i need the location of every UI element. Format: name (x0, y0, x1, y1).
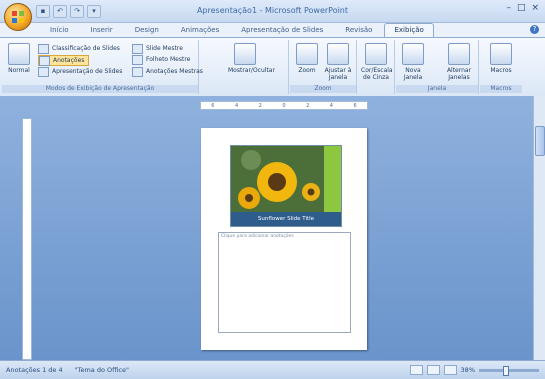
magnifier-icon (296, 43, 318, 65)
ribbon-tabs: Início Inserir Design Animações Apresent… (40, 23, 434, 37)
slide-sorter-icon (38, 43, 49, 54)
switch-windows-label: Alternar Janelas (446, 67, 472, 81)
notes-master-label: Anotações Mestras (146, 68, 203, 75)
ruler-mark: 0 (282, 102, 286, 109)
vertical-scrollbar[interactable] (533, 96, 545, 360)
group-show-hide: Mostrar/Ocultar (200, 40, 289, 94)
slideshow-button[interactable]: Apresentação de Slides (38, 66, 123, 77)
ruler-mark: 2 (258, 102, 262, 109)
maximize-button[interactable]: □ (517, 3, 526, 13)
show-hide-icon (234, 43, 256, 65)
group-presentation-views: Normal Classificação de Slides Anotações… (2, 40, 203, 94)
group-zoom: Zoom Ajustar à Janela Zoom (290, 40, 357, 94)
zoom-slider-knob[interactable] (503, 365, 509, 376)
ruler-mark: 6 (353, 102, 357, 109)
minimize-button[interactable]: – (506, 3, 511, 13)
slide-master-icon (132, 43, 143, 54)
slide-master-button[interactable]: Slide Mestre (132, 43, 183, 54)
title-bar: ▪ ↶ ↷ ▾ Apresentação1 - Microsoft PowerP… (0, 0, 545, 23)
slide-thumbnail[interactable]: Sunflower Slide Title (230, 145, 342, 227)
tab-design[interactable]: Design (125, 23, 169, 37)
tab-inicio[interactable]: Início (40, 23, 79, 37)
sorter-view-status-button[interactable] (426, 365, 440, 375)
tab-inserir[interactable]: Inserir (81, 23, 123, 37)
color-grayscale-button[interactable]: Cor/Escala de Cinza (361, 43, 393, 81)
normal-view-icon (8, 43, 30, 65)
macros-icon (490, 43, 512, 65)
handout-master-label: Folheto Mestre (146, 56, 191, 63)
slideshow-label: Apresentação de Slides (52, 68, 123, 75)
tab-apresentacao[interactable]: Apresentação de Slides (231, 23, 333, 37)
show-hide-label: Mostrar/Ocultar (228, 67, 275, 74)
zoom-slider[interactable] (479, 365, 539, 376)
powerpoint-window: ▪ ↶ ↷ ▾ Apresentação1 - Microsoft PowerP… (0, 0, 545, 379)
fit-window-button[interactable]: Ajustar à Janela (323, 43, 353, 81)
tab-revisao[interactable]: Revisão (335, 23, 382, 37)
new-window-icon (402, 43, 424, 65)
slide-sorter-button[interactable]: Classificação de Slides (38, 43, 120, 54)
window-controls: – □ × (506, 3, 539, 13)
zoom-label: Zoom (298, 67, 316, 74)
slide-sorter-label: Classificação de Slides (52, 45, 120, 52)
handout-master-icon (132, 54, 143, 65)
window-title: Apresentação1 - Microsoft PowerPoint (196, 6, 349, 15)
office-button[interactable] (4, 3, 32, 31)
close-button[interactable]: × (531, 3, 539, 13)
handout-master-button[interactable]: Folheto Mestre (132, 54, 191, 65)
page-indicator: Anotações 1 de 4 (6, 366, 63, 374)
color-grayscale-label: Cor/Escala de Cinza (361, 67, 393, 81)
normal-view-label: Normal (8, 67, 30, 74)
fit-window-icon (327, 43, 349, 65)
office-logo-icon (12, 11, 24, 23)
show-hide-button[interactable]: Mostrar/Ocultar (228, 43, 275, 74)
ruler-mark: 6 (211, 102, 215, 109)
vertical-ruler (22, 118, 32, 360)
normal-view-button[interactable]: Normal (4, 43, 34, 74)
group-label: Macros (480, 85, 522, 93)
notes-page-button[interactable]: Anotações (38, 55, 90, 66)
group-label: Modos de Exibição de Apresentação (2, 85, 198, 93)
group-macros: Macros Macros (480, 40, 522, 94)
new-window-button[interactable]: Nova Janela (398, 43, 428, 81)
group-label: Zoom (290, 85, 356, 93)
switch-windows-button[interactable]: Alternar Janelas (444, 43, 474, 81)
group-color: Cor/Escala de Cinza (358, 40, 395, 94)
switch-windows-icon (448, 43, 470, 65)
ruler-mark: 4 (329, 102, 333, 109)
group-label: Janela (396, 85, 478, 93)
theme-indicator: "Tema do Office" (74, 366, 129, 374)
notes-page-label: Anotações (53, 57, 85, 64)
tab-animacoes[interactable]: Animações (171, 23, 229, 37)
tab-exibicao[interactable]: Exibição (384, 23, 434, 37)
ruler-mark: 4 (234, 102, 239, 109)
ruler-mark: 2 (306, 102, 310, 109)
horizontal-ruler: 6 4 2 0 2 4 6 (200, 101, 368, 110)
notes-placeholder: Clique para adicionar anotações (221, 234, 294, 239)
notes-master-button[interactable]: Anotações Mestras (132, 66, 203, 77)
group-window: Nova Janela Alternar Janelas Janela (396, 40, 479, 94)
ribbon: Normal Classificação de Slides Anotações… (0, 37, 545, 97)
notes-page: Sunflower Slide Title Clique para adicio… (201, 128, 367, 350)
normal-view-status-button[interactable] (409, 365, 423, 375)
zoom-button[interactable]: Zoom (292, 43, 322, 74)
slide-caption: Sunflower Slide Title (231, 212, 341, 226)
macros-label: Macros (490, 67, 512, 74)
slideshow-status-button[interactable] (443, 365, 457, 375)
help-icon[interactable]: ? (530, 25, 539, 34)
scrollbar-thumb[interactable] (535, 126, 545, 156)
notes-box[interactable]: Clique para adicionar anotações (218, 232, 351, 333)
color-grayscale-icon (365, 43, 387, 65)
notes-page-icon (39, 55, 50, 66)
notes-master-icon (132, 66, 143, 77)
slide-master-label: Slide Mestre (146, 45, 183, 52)
fit-window-label: Ajustar à Janela (324, 67, 352, 81)
new-window-label: Nova Janela (403, 67, 423, 81)
macros-button[interactable]: Macros (486, 43, 516, 74)
zoom-level: 38% (460, 366, 475, 374)
status-bar: Anotações 1 de 4 "Tema do Office" 38% (0, 360, 545, 379)
slideshow-icon (38, 66, 49, 77)
